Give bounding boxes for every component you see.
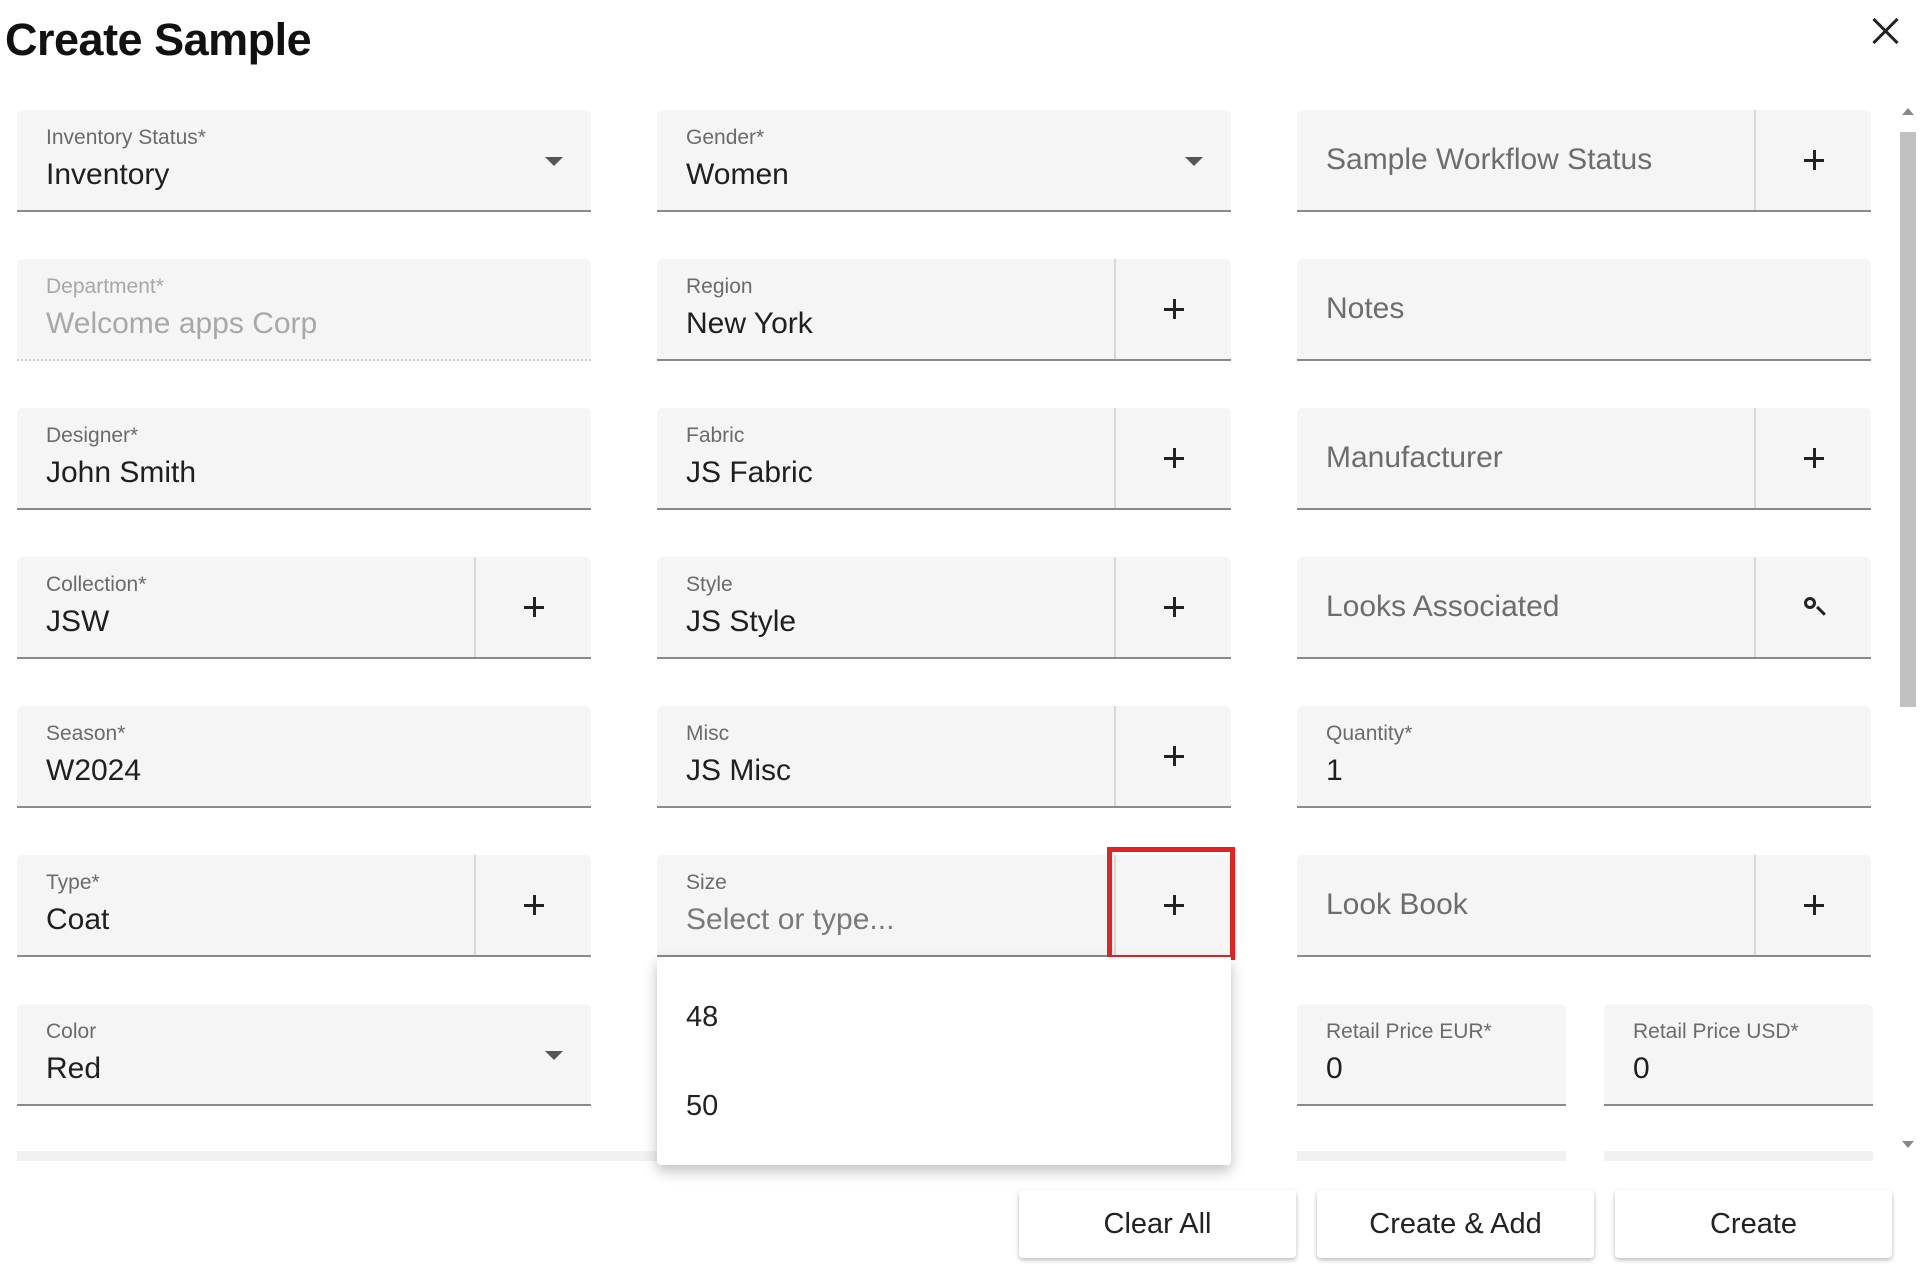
style-input[interactable]: Style JS Style	[657, 557, 1231, 659]
add-fabric-button[interactable]	[1114, 408, 1231, 508]
collection-value: JSW	[46, 605, 110, 638]
designer-label: Designer*	[46, 424, 139, 447]
plus-icon	[1163, 746, 1184, 766]
retail-price-eur-label: Retail Price EUR*	[1326, 1020, 1492, 1043]
create-and-add-button[interactable]: Create & Add	[1317, 1190, 1594, 1258]
type-value: Coat	[46, 903, 110, 936]
retail-price-usd-value: 0	[1633, 1052, 1650, 1085]
add-sample-workflow-status-button[interactable]	[1754, 110, 1871, 210]
plus-icon	[1803, 150, 1824, 170]
next-row-field	[1604, 1151, 1873, 1161]
manufacturer-input[interactable]: Manufacturer	[1297, 408, 1871, 510]
region-input[interactable]: Region New York	[657, 259, 1231, 361]
size-option[interactable]: 50	[686, 1090, 718, 1123]
season-input[interactable]: Season* W2024	[17, 706, 591, 808]
department-value: Welcome apps Corp	[46, 307, 318, 340]
misc-input[interactable]: Misc JS Misc	[657, 706, 1231, 808]
department-field: Department* Welcome apps Corp	[17, 259, 591, 361]
plus-icon	[1803, 895, 1824, 915]
collection-input[interactable]: Collection* JSW	[17, 557, 591, 659]
notes-placeholder: Notes	[1326, 292, 1405, 325]
add-collection-button[interactable]	[474, 557, 591, 657]
misc-label: Misc	[686, 722, 730, 745]
fabric-label: Fabric	[686, 424, 745, 447]
clear-all-button[interactable]: Clear All	[1019, 1190, 1296, 1258]
quantity-label: Quantity*	[1326, 722, 1413, 745]
page-title: Create Sample	[5, 14, 312, 65]
manufacturer-placeholder: Manufacturer	[1326, 441, 1503, 474]
notes-input[interactable]: Notes	[1297, 259, 1871, 361]
plus-icon	[1803, 448, 1824, 468]
region-value: New York	[686, 307, 813, 340]
type-input[interactable]: Type* Coat	[17, 855, 591, 957]
looks-associated-input[interactable]: Looks Associated	[1297, 557, 1871, 659]
department-label: Department*	[46, 275, 164, 298]
quantity-input[interactable]: Quantity* 1	[1297, 706, 1871, 808]
designer-value: John Smith	[46, 456, 197, 489]
look-book-placeholder: Look Book	[1326, 888, 1468, 921]
size-option[interactable]: 48	[686, 1001, 718, 1034]
style-value: JS Style	[686, 605, 797, 638]
create-button[interactable]: Create	[1615, 1190, 1892, 1258]
style-label: Style	[686, 573, 733, 596]
type-label: Type*	[46, 871, 100, 894]
sample-workflow-status-input[interactable]: Sample Workflow Status	[1297, 110, 1871, 212]
scrollbar-thumb[interactable]	[1900, 132, 1916, 707]
plus-icon	[523, 597, 544, 617]
region-label: Region	[686, 275, 753, 298]
color-value: Red	[46, 1052, 102, 1085]
plus-icon	[523, 895, 544, 915]
caret-down-icon	[1185, 157, 1203, 166]
misc-value: JS Misc	[686, 754, 791, 787]
search-looks-button[interactable]	[1754, 557, 1871, 657]
designer-input[interactable]: Designer* John Smith	[17, 408, 591, 510]
fabric-value: JS Fabric	[686, 456, 813, 489]
add-manufacturer-button[interactable]	[1754, 408, 1871, 508]
scroll-down-icon[interactable]	[1902, 1141, 1914, 1148]
search-icon	[1802, 595, 1826, 619]
plus-icon	[1163, 448, 1184, 468]
season-value: W2024	[46, 754, 142, 787]
season-label: Season*	[46, 722, 126, 745]
add-misc-button[interactable]	[1114, 706, 1231, 806]
caret-down-icon	[545, 1051, 563, 1060]
collection-label: Collection*	[46, 573, 147, 596]
add-look-book-button[interactable]	[1754, 855, 1871, 955]
inventory-status-select[interactable]: Inventory Status* Inventory	[17, 110, 591, 212]
quantity-value: 1	[1326, 754, 1343, 787]
look-book-input[interactable]: Look Book	[1297, 855, 1871, 957]
size-placeholder: Select or type...	[686, 903, 895, 936]
gender-select[interactable]: Gender* Women	[657, 110, 1231, 212]
scroll-up-icon[interactable]	[1902, 108, 1914, 115]
fabric-input[interactable]: Fabric JS Fabric	[657, 408, 1231, 510]
gender-value: Women	[686, 158, 789, 191]
retail-price-usd-input[interactable]: Retail Price USD* 0	[1604, 1004, 1873, 1106]
inventory-status-label: Inventory Status*	[46, 126, 206, 149]
add-style-button[interactable]	[1114, 557, 1231, 657]
color-select[interactable]: Color Red	[17, 1004, 591, 1106]
plus-icon	[1163, 597, 1184, 617]
retail-price-usd-label: Retail Price USD*	[1633, 1020, 1799, 1043]
close-icon[interactable]	[1862, 8, 1910, 56]
retail-price-eur-value: 0	[1326, 1052, 1343, 1085]
add-region-button[interactable]	[1114, 259, 1231, 359]
gender-label: Gender*	[686, 126, 765, 149]
looks-associated-placeholder: Looks Associated	[1326, 590, 1560, 623]
add-type-button[interactable]	[474, 855, 591, 955]
size-label: Size	[686, 871, 727, 894]
next-row-field	[1297, 1151, 1566, 1161]
caret-down-icon	[545, 157, 563, 166]
size-dropdown-menu: 48 50	[657, 957, 1231, 1165]
highlight-box	[1107, 847, 1235, 960]
inventory-status-value: Inventory	[46, 158, 170, 191]
sample-workflow-status-placeholder: Sample Workflow Status	[1326, 143, 1653, 176]
retail-price-eur-input[interactable]: Retail Price EUR* 0	[1297, 1004, 1566, 1106]
plus-icon	[1163, 299, 1184, 319]
color-label: Color	[46, 1020, 97, 1043]
